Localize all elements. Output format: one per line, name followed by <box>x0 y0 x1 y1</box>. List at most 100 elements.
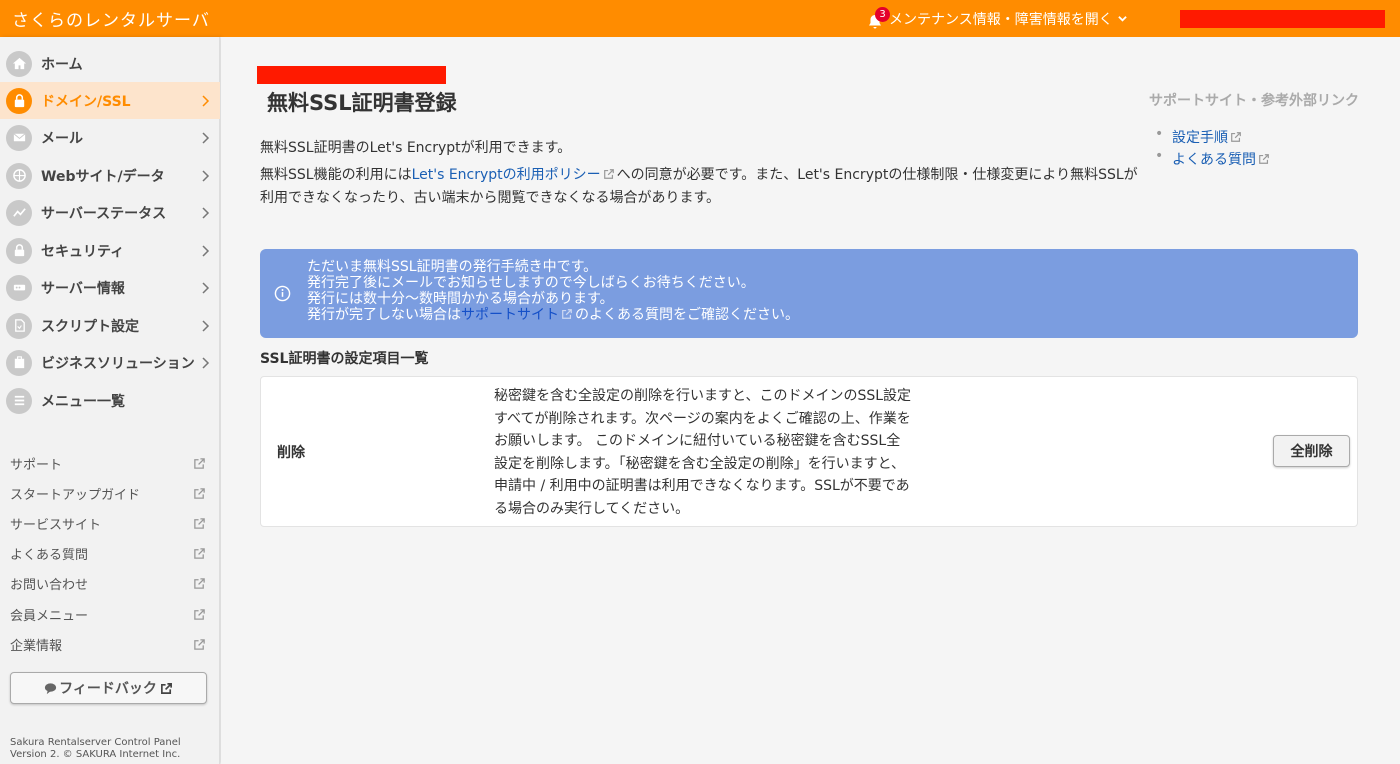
external-link-icon <box>194 487 205 499</box>
list-item: よくある質問 <box>1155 145 1272 171</box>
external-link-icon <box>194 638 205 650</box>
brand-logo[interactable]: さくらのレンタルサーバ <box>0 6 210 31</box>
script-icon <box>6 312 32 339</box>
external-link-icon <box>194 457 205 469</box>
sidebar-link-label: 会員メニュー <box>10 608 89 624</box>
chart-icon <box>6 199 32 226</box>
chevron-right-icon <box>202 319 210 332</box>
external-link-icon <box>194 608 205 620</box>
chevron-right-icon <box>202 281 210 294</box>
sidebar-item-label: セキュリティ <box>41 243 125 260</box>
page-description: 無料SSL証明書のLet's Encryptが利用できます。 無料SSL機能の利… <box>260 137 1140 214</box>
info-alert: ただいま無料SSL証明書の発行手続き中です。 発行完了後にメールでお知らせします… <box>260 249 1358 338</box>
chevron-right-icon <box>202 244 210 257</box>
sidebar-link-contact[interactable]: お問い合わせ <box>0 572 220 594</box>
list-icon <box>6 387 32 414</box>
faq-link[interactable]: よくある質問 <box>1172 152 1256 168</box>
sidebar-link-company-info[interactable]: 企業情報 <box>0 633 220 655</box>
description-line: 無料SSL機能の利用にはLet's Encryptの利用ポリシー への同意が必要で… <box>260 164 1140 210</box>
sidebar-link-member-menu[interactable]: 会員メニュー <box>0 603 220 625</box>
description-line: 無料SSL証明書のLet's Encryptが利用できます。 <box>260 140 572 156</box>
sidebar-link-label: よくある質問 <box>10 547 89 563</box>
footer-line: Version 2. © SAKURA Internet Inc. <box>10 749 181 760</box>
external-link-icon <box>1259 154 1269 164</box>
sidebar-item-label: スクリプト設定 <box>41 318 139 335</box>
sidebar-link-faq[interactable]: よくある質問 <box>0 542 220 564</box>
feedback-button[interactable]: フィードバック <box>10 672 207 704</box>
sidebar-item-label: サーバー情報 <box>41 280 125 297</box>
section-title: SSL証明書の設定項目一覧 <box>260 351 429 367</box>
sidebar-link-startup-guide[interactable]: スタートアップガイド <box>0 482 220 504</box>
info-line: ただいま無料SSL証明書の発行手続き中です。 <box>307 259 598 275</box>
row-description: 秘密鍵を含む全設定の削除を行いますと、このドメインのSSL設定すべてが削除されま… <box>494 388 912 517</box>
chevron-right-icon <box>202 94 210 107</box>
sidebar-item-label: メール <box>41 130 83 147</box>
globe-icon <box>6 162 32 189</box>
support-site-link[interactable]: サポートサイト <box>461 307 559 323</box>
sidebar-item-label: ビジネスソリューション <box>41 355 195 372</box>
sidebar-link-label: お問い合わせ <box>10 577 89 593</box>
top-bar: さくらのレンタルサーバ 3 メンテナンス情報・障害情報を開く <box>0 0 1400 37</box>
sidebar-item-label: サーバーステータス <box>41 205 167 222</box>
sidebar-item-business-solution[interactable]: ビジネスソリューション <box>0 344 220 381</box>
sidebar-item-domain-ssl[interactable]: ドメイン/SSL <box>0 82 220 119</box>
info-line: 発行が完了しない場合はサポートサイト のよくある質問をご確認ください。 <box>307 307 799 323</box>
external-link-icon <box>194 517 205 529</box>
sidebar-link-support[interactable]: サポート <box>0 452 220 474</box>
sidebar-item-website-data[interactable]: Webサイト/データ <box>0 157 220 194</box>
mail-icon <box>6 124 32 151</box>
maintenance-toggle[interactable]: 3 メンテナンス情報・障害情報を開く <box>866 0 1127 37</box>
info-icon <box>274 285 291 302</box>
notification-badge: 3 <box>875 6 890 22</box>
chevron-right-icon <box>202 206 210 219</box>
sidebar-item-label: ホーム <box>41 56 83 73</box>
main-content: 無料SSL証明書登録 無料SSL証明書のLet's Encryptが利用できます… <box>221 37 1400 764</box>
external-link-icon <box>194 577 205 589</box>
setup-procedure-link[interactable]: 設定手順 <box>1172 130 1228 146</box>
sidebar-item-mail[interactable]: メール <box>0 119 220 156</box>
bell-icon[interactable]: 3 <box>866 6 890 28</box>
sidebar-link-label: スタートアップガイド <box>10 487 141 503</box>
server-icon <box>6 274 32 301</box>
sidebar-item-security[interactable]: セキュリティ <box>0 232 220 269</box>
sidebar-item-label: ドメイン/SSL <box>41 93 131 110</box>
page-title: 無料SSL証明書登録 <box>267 91 457 115</box>
chevron-right-icon <box>202 356 210 369</box>
padlock-icon <box>6 237 32 264</box>
external-link-icon <box>603 169 614 179</box>
home-icon <box>6 50 32 77</box>
business-icon <box>6 349 32 376</box>
info-line: 発行完了後にメールでお知らせしますので今しばらくお待ちください。 <box>307 275 755 291</box>
info-line: 発行には数十分〜数時間かかる場合があります。 <box>307 291 614 307</box>
settings-table: 削除 秘密鍵を含む全設定の削除を行いますと、このドメインのSSL設定すべてが削除… <box>260 376 1358 527</box>
info-text: 発行が完了しない場合は <box>307 307 461 323</box>
chevron-right-icon <box>202 169 210 182</box>
external-link-icon <box>562 309 572 319</box>
sidebar-item-home[interactable]: ホーム <box>0 45 220 82</box>
sidebar-item-menu-list[interactable]: メニュー一覧 <box>0 382 220 419</box>
chat-bubble-icon <box>45 682 57 694</box>
delete-all-button[interactable]: 全削除 <box>1273 435 1350 467</box>
info-message: ただいま無料SSL証明書の発行手続き中です。 発行完了後にメールでお知らせします… <box>307 259 799 323</box>
description-text: 無料SSL機能の利用には <box>260 167 412 183</box>
letsencrypt-policy-link[interactable]: Let's Encryptの利用ポリシー <box>412 167 601 183</box>
sidebar-link-service-site[interactable]: サービスサイト <box>0 512 220 534</box>
sidebar: ホーム ドメイン/SSL メール Webサイト/データ サーバーステータス セキ… <box>0 37 220 764</box>
sidebar-item-server-status[interactable]: サーバーステータス <box>0 194 220 231</box>
lock-icon <box>6 87 32 114</box>
support-links-list: 設定手順 よくある質問 <box>1155 123 1272 171</box>
footer-version: Sakura Rentalserver Control Panel Versio… <box>10 737 215 761</box>
sidebar-item-server-info[interactable]: サーバー情報 <box>0 269 220 306</box>
domain-name-redacted <box>257 66 446 84</box>
chevron-right-icon <box>202 131 210 144</box>
user-info-redacted[interactable] <box>1180 10 1385 28</box>
sidebar-item-script-settings[interactable]: スクリプト設定 <box>0 307 220 344</box>
info-text: のよくある質問をご確認ください。 <box>575 307 799 323</box>
sidebar-link-label: 企業情報 <box>10 638 63 654</box>
support-links-title: サポートサイト・参考外部リンク <box>1149 93 1359 109</box>
external-link-icon <box>194 547 205 559</box>
sidebar-item-label: Webサイト/データ <box>41 168 165 185</box>
sidebar-item-label: メニュー一覧 <box>41 393 125 410</box>
maintenance-label: メンテナンス情報・障害情報を開く <box>889 11 1113 28</box>
external-link-icon <box>160 682 172 694</box>
